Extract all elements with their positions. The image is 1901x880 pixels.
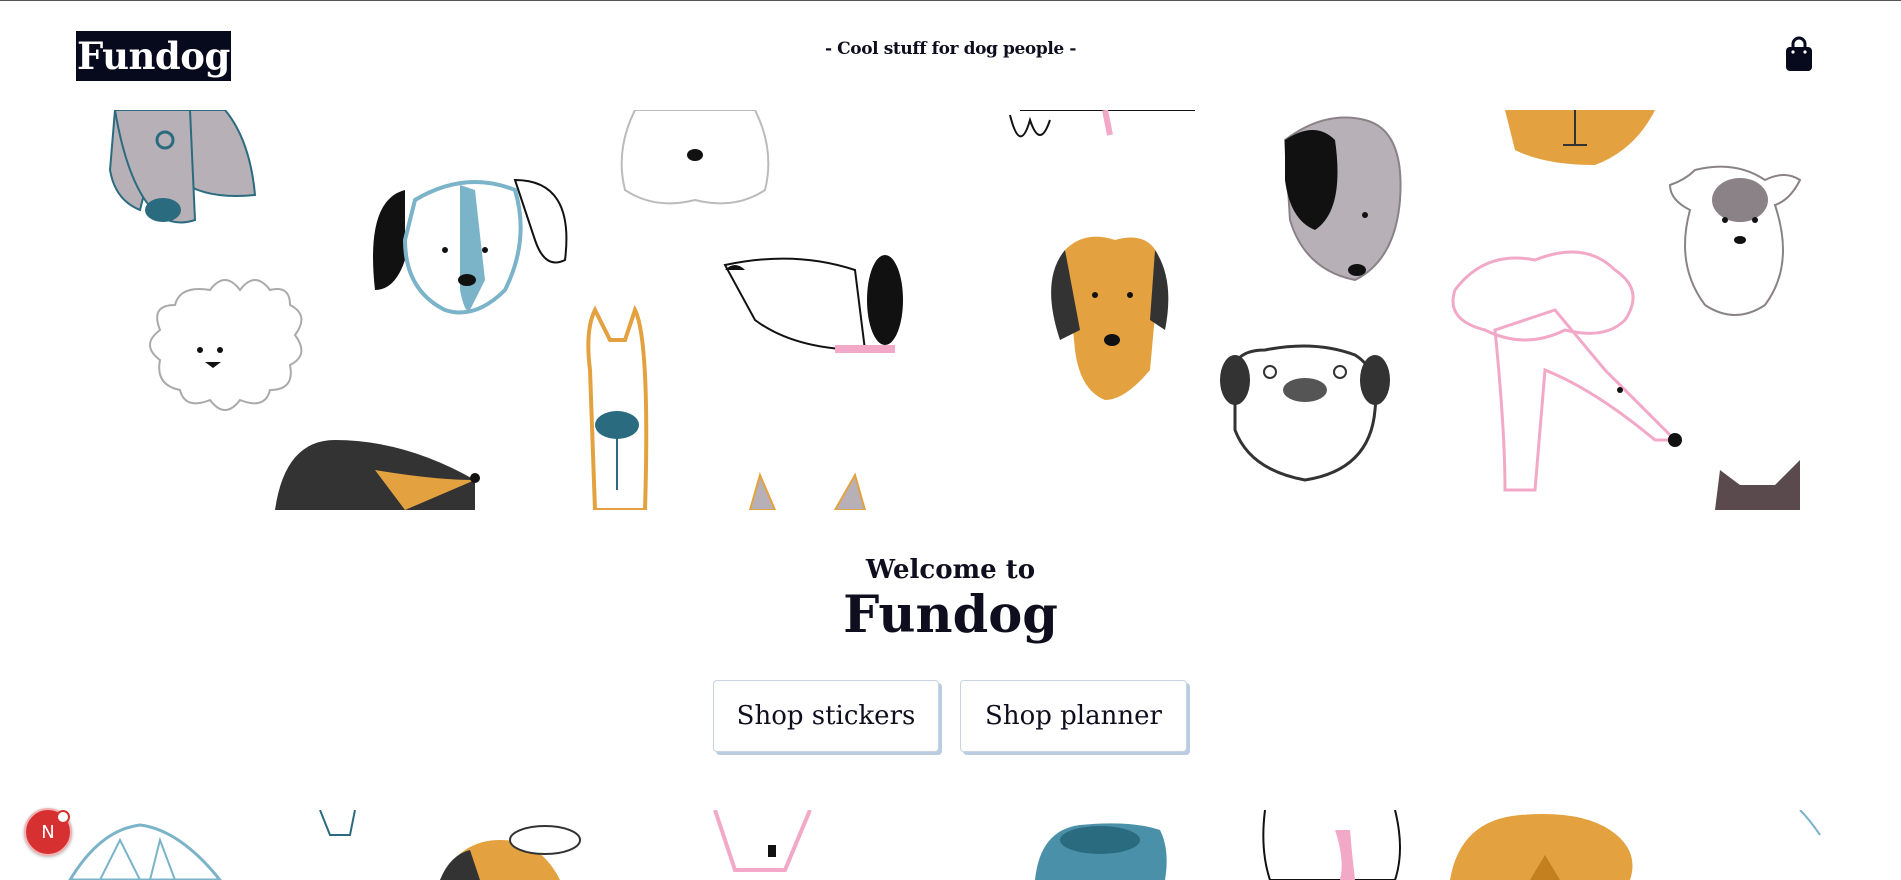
dog-illustration xyxy=(748,472,867,510)
dog-illustration xyxy=(723,255,903,353)
dog-illustration xyxy=(1668,165,1802,316)
dog-illustration xyxy=(1283,116,1402,282)
dog-illustration xyxy=(1450,814,1633,880)
dog-illustration xyxy=(1262,810,1401,880)
dog-illustration xyxy=(319,810,356,836)
shopping-bag-icon[interactable] xyxy=(1779,34,1819,74)
dog-illustration xyxy=(275,440,480,510)
dog-illustration xyxy=(1220,344,1390,482)
dog-illustration xyxy=(1715,460,1800,510)
dog-illustration xyxy=(1451,250,1682,492)
dog-illustration xyxy=(440,825,581,880)
shop-stickers-button[interactable]: Shop stickers xyxy=(713,680,939,752)
dog-illustration xyxy=(586,304,649,510)
brand-title: Fundog xyxy=(843,585,1058,645)
dog-illustration xyxy=(1051,236,1169,400)
dog-illustration xyxy=(108,110,257,224)
dog-illustration xyxy=(68,823,222,880)
notification-dot-icon xyxy=(56,810,70,824)
hero-dog-illustrations xyxy=(75,110,1825,510)
site-header: Fundog - Cool stuff for dog people - xyxy=(0,1,1901,109)
dog-illustration xyxy=(713,810,812,872)
dog-illustration xyxy=(1009,110,1195,138)
dog-illustration xyxy=(149,279,303,411)
welcome-heading: Welcome to xyxy=(865,555,1036,585)
dog-illustrations-strip xyxy=(0,810,1901,880)
dog-illustration xyxy=(620,110,770,205)
dog-illustration xyxy=(373,178,568,315)
site-tagline: - Cool stuff for dog people - xyxy=(824,39,1077,59)
dog-illustration xyxy=(1035,823,1167,880)
dog-illustration xyxy=(1799,810,1821,836)
shop-planner-button[interactable]: Shop planner xyxy=(960,680,1187,752)
dog-illustration xyxy=(1505,110,1655,165)
